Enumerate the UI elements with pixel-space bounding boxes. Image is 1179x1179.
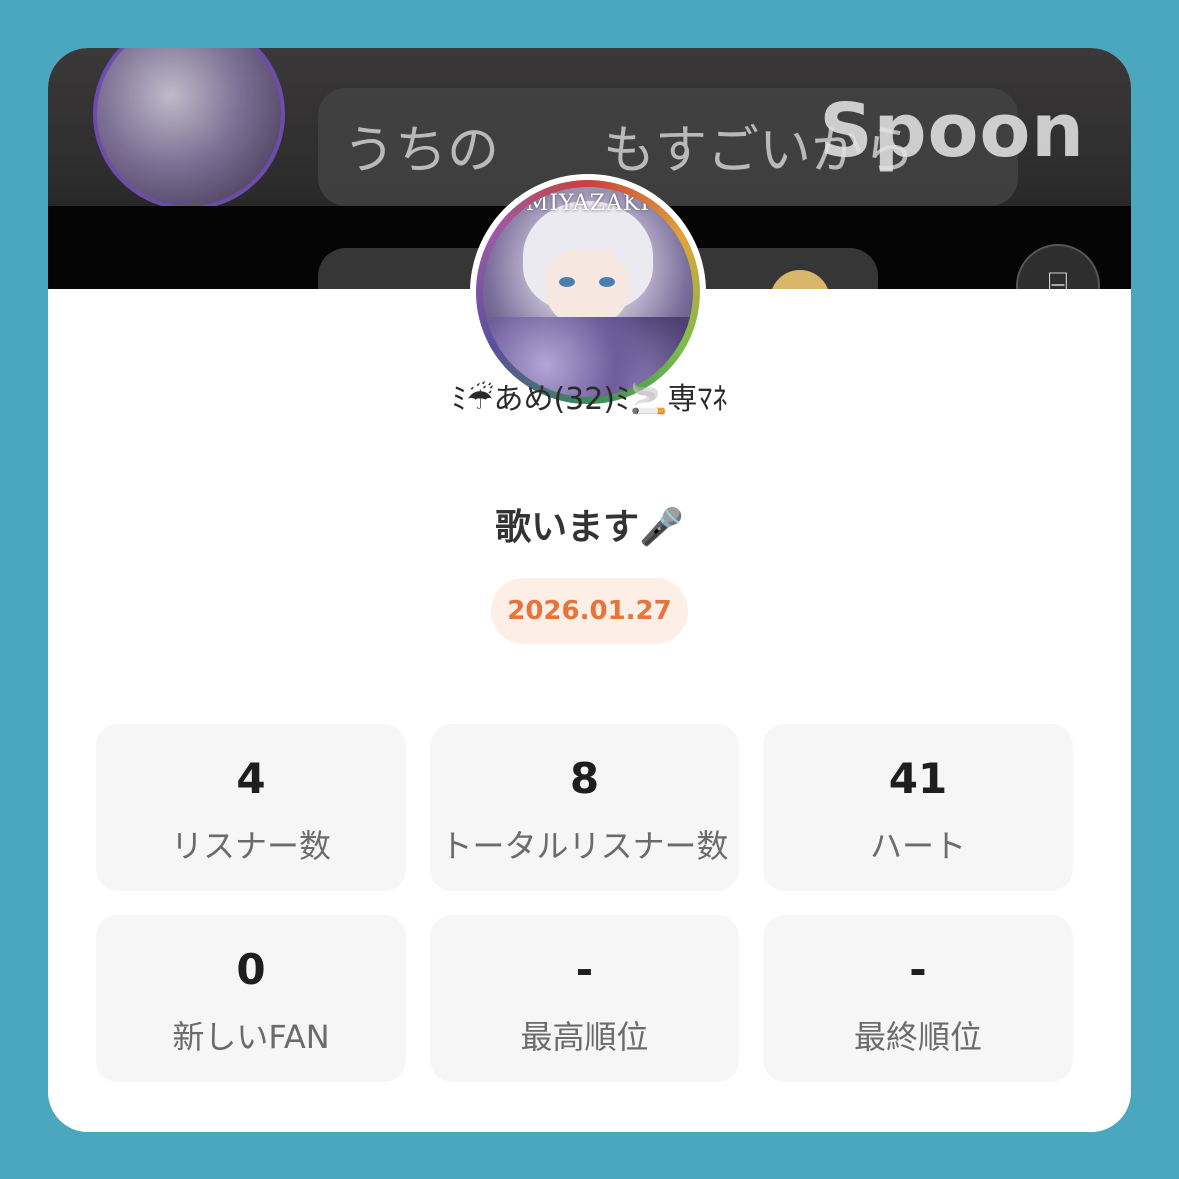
banner-avatar — [93, 48, 285, 210]
avatar-eye-left — [559, 277, 575, 287]
stat-label: リスナー数 — [170, 827, 331, 865]
stats-grid: 4 リスナー数 8 トータルリスナー数 41 ハート 0 新しいFAN - 最高… — [96, 724, 1073, 1082]
stat-label: 最高順位 — [520, 1018, 649, 1056]
stat-label: 最終順位 — [853, 1018, 982, 1056]
avatar-image: MIYAZAKI — [483, 187, 693, 397]
stat-final-rank: - 最終順位 — [763, 915, 1073, 1082]
stat-best-rank: - 最高順位 — [430, 915, 739, 1082]
stat-hearts: 41 ハート — [763, 724, 1073, 891]
stat-value: 4 — [236, 754, 266, 803]
avatar-ring: MIYAZAKI — [476, 180, 700, 404]
stat-label: トータルリスナー数 — [440, 827, 729, 865]
stat-value: 41 — [888, 754, 948, 803]
stat-listeners: 4 リスナー数 — [96, 724, 406, 891]
stat-value: 8 — [569, 754, 600, 803]
brand-logo: Spoon — [819, 88, 1085, 174]
live-title: 歌います🎤 — [495, 507, 684, 548]
avatar-caption: MIYAZAKI — [525, 191, 651, 216]
avatar-eye-right — [599, 277, 615, 287]
stat-value: - — [909, 945, 927, 994]
date-badge: 2026.01.27 — [491, 578, 688, 644]
stat-value: 0 — [236, 945, 266, 994]
stat-label: 新しいFAN — [172, 1018, 330, 1056]
stat-total-listeners: 8 トータルリスナー数 — [430, 724, 739, 891]
live-summary-card: うちの もすごいから ⌸ Spoon MIYAZAKI ﾐ☔あめ(32)ﾐ🚬専ﾏ… — [48, 48, 1131, 1132]
stat-new-fans: 0 新しいFAN — [96, 915, 406, 1082]
username[interactable]: ﾐ☔あめ(32)ﾐ🚬専ﾏﾈ — [48, 374, 1131, 418]
avatar-face — [545, 249, 629, 327]
stat-label: ハート — [869, 827, 966, 865]
stat-value: - — [575, 945, 594, 994]
